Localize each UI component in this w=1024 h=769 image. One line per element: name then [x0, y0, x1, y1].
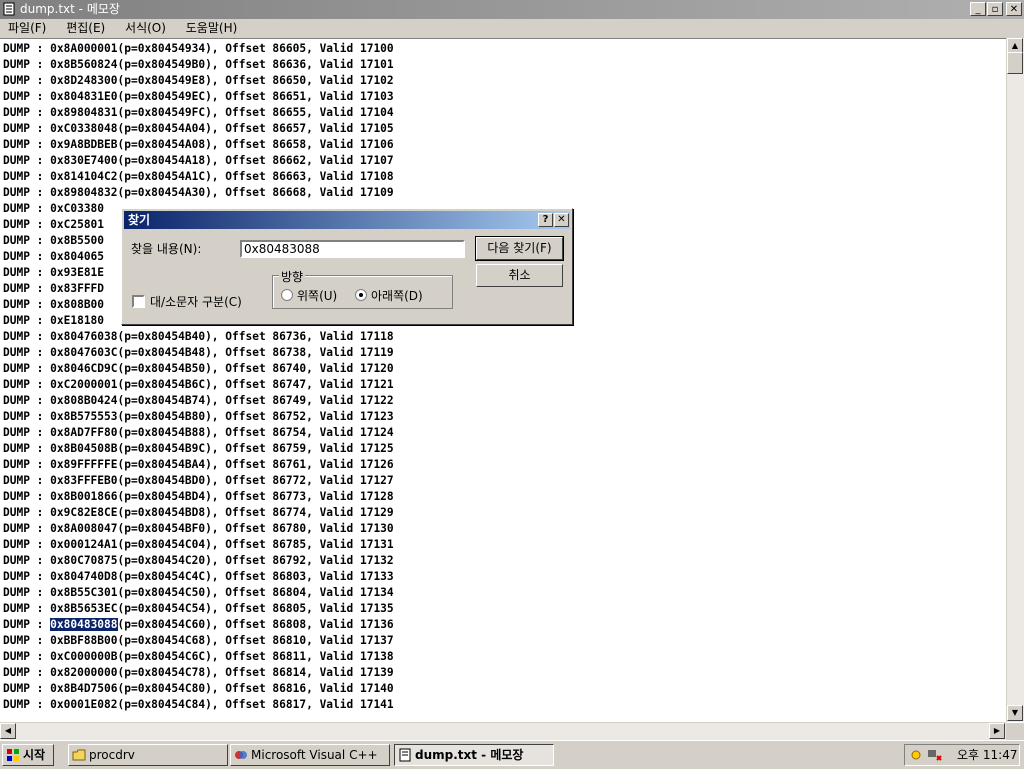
text-line: DUMP : 0xC000000B(p=0x80454C6C), Offset …	[3, 650, 394, 663]
text-line: DUMP : 0x8AD7FF80(p=0x80454B88), Offset …	[3, 426, 394, 439]
start-button[interactable]: 시작	[2, 744, 54, 766]
system-tray: 오후 11:47	[904, 744, 1020, 766]
text-line: DUMP : 0x9C82E8CE(p=0x80454BD8), Offset …	[3, 506, 394, 519]
scroll-thumb[interactable]	[1007, 52, 1023, 74]
find-what-label: 찾을 내용(N):	[131, 242, 202, 256]
windows-logo-icon	[7, 749, 19, 761]
text-line: DUMP : 0x000124A1(p=0x80454C04), Offset …	[3, 538, 394, 551]
scroll-right-button[interactable]: ▶	[989, 723, 1005, 739]
text-line: DUMP : 0x830E7400(p=0x80454A18), Offset …	[3, 154, 394, 167]
text-line: DUMP : 0x9A8BDBEB(p=0x80454A08), Offset …	[3, 138, 394, 151]
direction-up-radio[interactable]	[281, 289, 293, 301]
direction-down-label: 아래쪽(D)	[371, 289, 423, 303]
taskbar-button-label: procdrv	[89, 748, 135, 762]
text-line: DUMP : 0x89804832(p=0x80454A30), Offset …	[3, 186, 394, 199]
taskbar-button-visual-cpp[interactable]: Microsoft Visual C++	[230, 744, 390, 766]
match-case-checkbox[interactable]	[132, 295, 145, 308]
text-line: DUMP : 0x82000000(p=0x80454C78), Offset …	[3, 666, 394, 679]
notepad-icon	[399, 748, 411, 762]
text-line: DUMP : 0x89804831(p=0x804549FC), Offset …	[3, 106, 394, 119]
find-dialog-title-bar[interactable]: 찾기 ? ✕	[124, 211, 570, 229]
text-line: DUMP : 0x8B5653EC(p=0x80454C54), Offset …	[3, 602, 394, 615]
menu-edit[interactable]: 편집(E)	[66, 19, 105, 38]
search-match-highlight: 0x80483088	[50, 618, 118, 631]
direction-up-label: 위쪽(U)	[297, 289, 338, 303]
scroll-left-button[interactable]: ◀	[0, 723, 16, 739]
text-line: DUMP : 0x804831E0(p=0x804549EC), Offset …	[3, 90, 394, 103]
find-what-input[interactable]: 0x80483088	[240, 240, 465, 258]
text-line: DUMP : 0x80476038(p=0x80454B40), Offset …	[3, 330, 394, 343]
scroll-down-button[interactable]: ▼	[1007, 705, 1023, 721]
menu-file[interactable]: 파일(F)	[8, 19, 46, 38]
text-line: DUMP : 0x8A000001(p=0x80454934), Offset …	[3, 42, 394, 55]
taskbar-button-notepad[interactable]: dump.txt - 메모장	[394, 744, 554, 766]
direction-group: 방향 위쪽(U) 아래쪽(D)	[272, 268, 453, 309]
line-prefix: DUMP :	[3, 618, 51, 631]
help-button[interactable]: ?	[538, 213, 553, 227]
direction-label: 방향	[279, 268, 306, 285]
vertical-scrollbar[interactable]: ▲ ▼	[1006, 38, 1024, 722]
find-dialog: 찾기 ? ✕ 찾을 내용(N): 0x80483088 다음 찾기(F) 취소 …	[121, 208, 573, 325]
text-line: DUMP : 0x8B04508B(p=0x80454B9C), Offset …	[3, 442, 394, 455]
text-line: DUMP : 0x89FFFFFE(p=0x80454BA4), Offset …	[3, 458, 394, 471]
find-next-button[interactable]: 다음 찾기(F)	[475, 236, 564, 261]
notepad-icon	[3, 2, 15, 16]
window-title: dump.txt - 메모장	[20, 2, 120, 16]
close-button[interactable]: ✕	[1006, 2, 1022, 16]
text-line: DUMP : 0x8B575553(p=0x80454B80), Offset …	[3, 410, 394, 423]
minimize-button[interactable]: _	[970, 2, 986, 16]
match-case-label: 대/소문자 구분(C)	[150, 295, 242, 309]
text-line: DUMP : 0x8B55C301(p=0x80454C50), Offset …	[3, 586, 394, 599]
find-dialog-title: 찾기	[128, 213, 151, 227]
text-line: DUMP : 0x8B001866(p=0x80454BD4), Offset …	[3, 490, 394, 503]
text-line: DUMP : 0x80483088(p=0x80454C60), Offset …	[3, 617, 394, 633]
restore-button[interactable]: ▫	[987, 2, 1003, 16]
taskbar-button-label: dump.txt - 메모장	[415, 748, 524, 762]
text-line: DUMP : 0x8B560824(p=0x804549B0), Offset …	[3, 58, 394, 71]
text-line: DUMP : 0x8046CD9C(p=0x80454B50), Offset …	[3, 362, 394, 375]
text-line: DUMP : 0x8047603C(p=0x80454B48), Offset …	[3, 346, 394, 359]
text-line: DUMP : 0x0001E082(p=0x80454C84), Offset …	[3, 698, 394, 711]
folder-icon	[72, 749, 86, 761]
text-line: DUMP : 0x8D248300(p=0x804549E8), Offset …	[3, 74, 394, 87]
text-line: DUMP : 0xC0338048(p=0x80454A04), Offset …	[3, 122, 394, 135]
text-line: DUMP : 0x83FFFEB0(p=0x80454BD0), Offset …	[3, 474, 394, 487]
taskbar-button-label: Microsoft Visual C++	[251, 748, 378, 762]
visual-cpp-icon	[235, 751, 247, 759]
window-title-bar[interactable]: dump.txt - 메모장 _ ▫ ✕	[0, 0, 1024, 19]
dialog-close-button[interactable]: ✕	[554, 213, 569, 227]
text-editor-area[interactable]: DUMP : 0x8A000001(p=0x80454934), Offset …	[0, 38, 1024, 723]
text-line: DUMP : 0x808B0424(p=0x80454B74), Offset …	[3, 394, 394, 407]
menu-bar: 파일(F) 편집(E) 서식(O) 도움말(H)	[0, 19, 1024, 38]
text-line: DUMP : 0x8B4D7506(p=0x80454C80), Offset …	[3, 682, 394, 695]
text-line: DUMP : 0x804740D8(p=0x80454C4C), Offset …	[3, 570, 394, 583]
taskbar: 시작 procdrv Microsoft Visual C++ dump.txt…	[0, 740, 1024, 769]
clock[interactable]: 오후 11:47	[957, 745, 1017, 765]
direction-down-radio[interactable]	[355, 289, 367, 301]
line-suffix: (p=0x80454C60), Offset 86808, Valid 1713…	[117, 618, 394, 631]
start-label: 시작	[23, 748, 46, 762]
taskbar-button-procdrv[interactable]: procdrv	[68, 744, 228, 766]
menu-format[interactable]: 서식(O)	[125, 19, 166, 38]
text-line: DUMP : 0xBBF88B00(p=0x80454C68), Offset …	[3, 634, 394, 647]
text-line: DUMP : 0xC2000001(p=0x80454B6C), Offset …	[3, 378, 394, 391]
network-status-icon[interactable]	[927, 748, 943, 762]
cancel-button[interactable]: 취소	[476, 264, 563, 287]
text-content: DUMP : 0x8A000001(p=0x80454934), Offset …	[3, 41, 394, 713]
text-line: DUMP : 0x80C70875(p=0x80454C20), Offset …	[3, 554, 394, 567]
sun-icon[interactable]	[909, 748, 923, 762]
text-line: DUMP : 0x814104C2(p=0x80454A1C), Offset …	[3, 170, 394, 183]
text-line: DUMP : 0x8A008047(p=0x80454BF0), Offset …	[3, 522, 394, 535]
horizontal-scrollbar[interactable]: ◀ ▶	[0, 722, 1006, 740]
menu-help[interactable]: 도움말(H)	[186, 19, 238, 38]
